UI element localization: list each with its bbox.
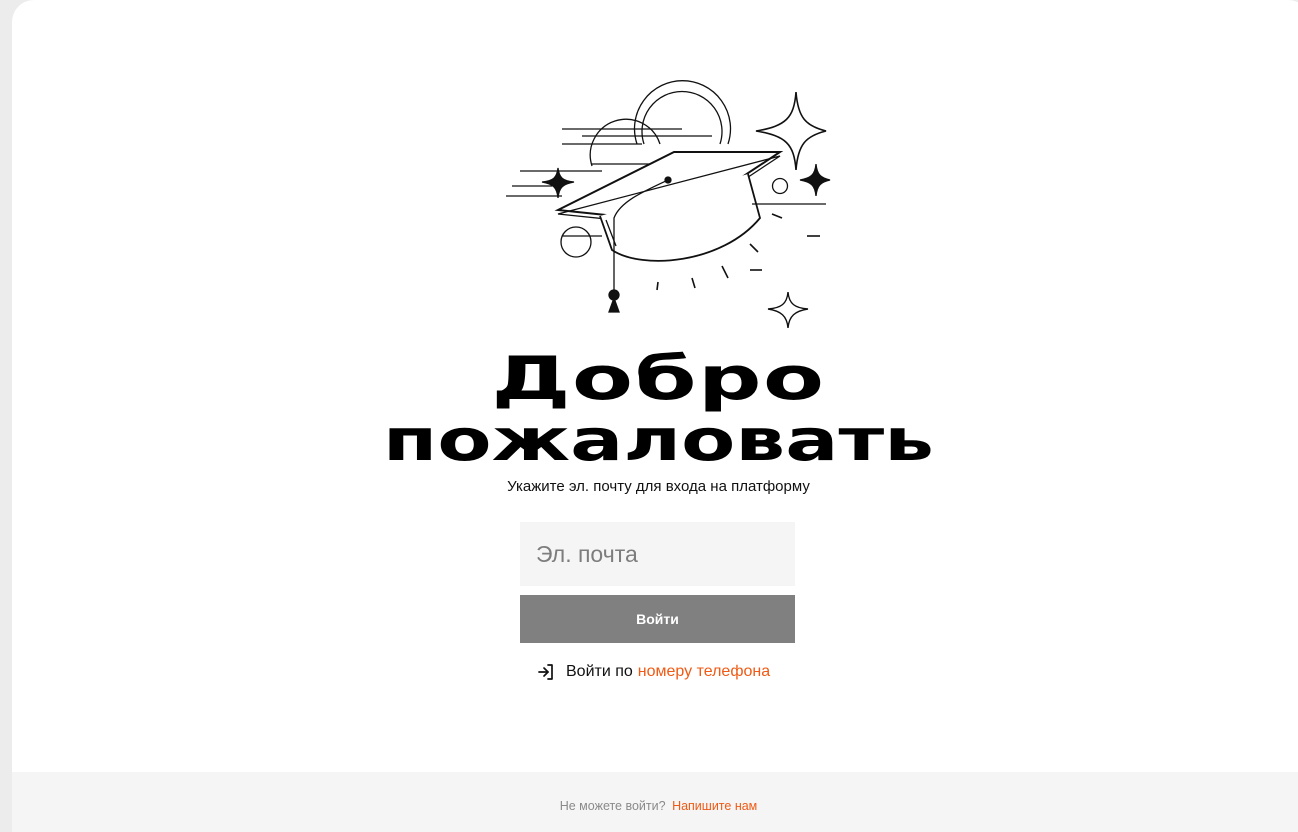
email-field[interactable] xyxy=(520,522,795,586)
phone-login-link[interactable]: Войти по номеру телефона xyxy=(536,660,770,684)
login-button[interactable]: Войти xyxy=(520,595,795,643)
login-arrow-icon xyxy=(538,664,553,680)
footer: Не можете войти? Напишите нам xyxy=(12,772,1298,832)
page-title: Добро пожаловать xyxy=(12,344,1298,474)
phone-login-prefix: Войти по xyxy=(566,663,633,680)
page-subtitle: Укажите эл. почту для входа на платформу xyxy=(507,478,810,495)
graduation-cap-icon xyxy=(506,80,831,329)
title-line-1: Добро xyxy=(491,344,826,414)
phone-login-accent[interactable]: номеру телефона xyxy=(638,663,770,681)
footer-question: Не можете войти? xyxy=(559,799,666,813)
title-line-2: пожаловать xyxy=(382,406,935,474)
footer-text: Не можете войти? Напишите нам xyxy=(12,799,1298,813)
contact-us-link[interactable]: Напишите нам xyxy=(672,799,757,813)
login-card: Добро пожаловать Укажите эл. почту для в… xyxy=(12,0,1298,832)
